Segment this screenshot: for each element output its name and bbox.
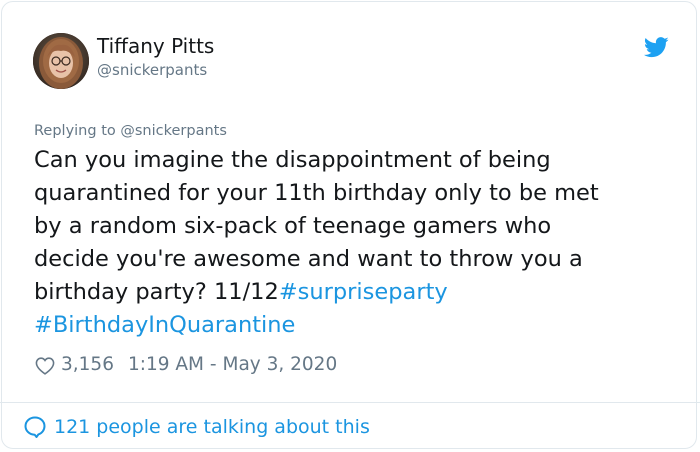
author-handle[interactable]: @snickerpants bbox=[97, 60, 207, 80]
heart-outline-icon[interactable] bbox=[34, 355, 56, 376]
tweet-text-fragment: birthday party? 11/12 bbox=[34, 279, 279, 305]
author-display-name[interactable]: Tiffany Pitts bbox=[97, 34, 214, 58]
tweet-text: Can you imagine the disappointment of be… bbox=[34, 144, 674, 342]
hashtag-link[interactable]: #surpriseparty bbox=[279, 279, 448, 305]
talking-about-label[interactable]: 121 people are talking about this bbox=[54, 416, 370, 438]
tweet-text-line: #BirthdayInQuarantine bbox=[34, 309, 674, 342]
tweet-text-line: by a random six-pack of teenage gamers w… bbox=[34, 213, 552, 239]
meta-separator: - bbox=[209, 354, 217, 375]
tweet-meta: 3,156 1:19 AM - May 3, 2020 bbox=[34, 352, 337, 378]
talking-about-link[interactable]: 121 people are talking about this bbox=[23, 413, 370, 441]
replying-to-prefix: Replying to bbox=[34, 123, 121, 139]
tweet-text-line: quarantined for your 11th birthday only … bbox=[34, 180, 599, 206]
tweet-text-line: Can you imagine the disappointment of be… bbox=[34, 147, 551, 173]
hashtag-link[interactable]: #BirthdayInQuarantine bbox=[34, 312, 295, 338]
avatar[interactable] bbox=[33, 33, 89, 89]
avatar-image bbox=[33, 33, 89, 89]
tweet-time[interactable]: 1:19 AM bbox=[128, 352, 204, 378]
tweet-text-line: birthday party? 11/12#surpriseparty bbox=[34, 276, 674, 309]
replying-to: Replying to @snickerpants bbox=[34, 121, 227, 141]
footer-divider bbox=[0, 402, 700, 403]
tweet-text-line: decide you're awesome and want to throw … bbox=[34, 246, 583, 272]
tweet-card: Tiffany Pitts @snickerpants Replying to … bbox=[1, 1, 697, 449]
twitter-bird-icon[interactable] bbox=[644, 37, 669, 58]
speech-bubble-icon bbox=[24, 416, 46, 438]
replying-to-handle[interactable]: @snickerpants bbox=[120, 123, 227, 139]
tweet-date[interactable]: May 3, 2020 bbox=[222, 352, 337, 378]
like-count[interactable]: 3,156 bbox=[61, 352, 114, 378]
